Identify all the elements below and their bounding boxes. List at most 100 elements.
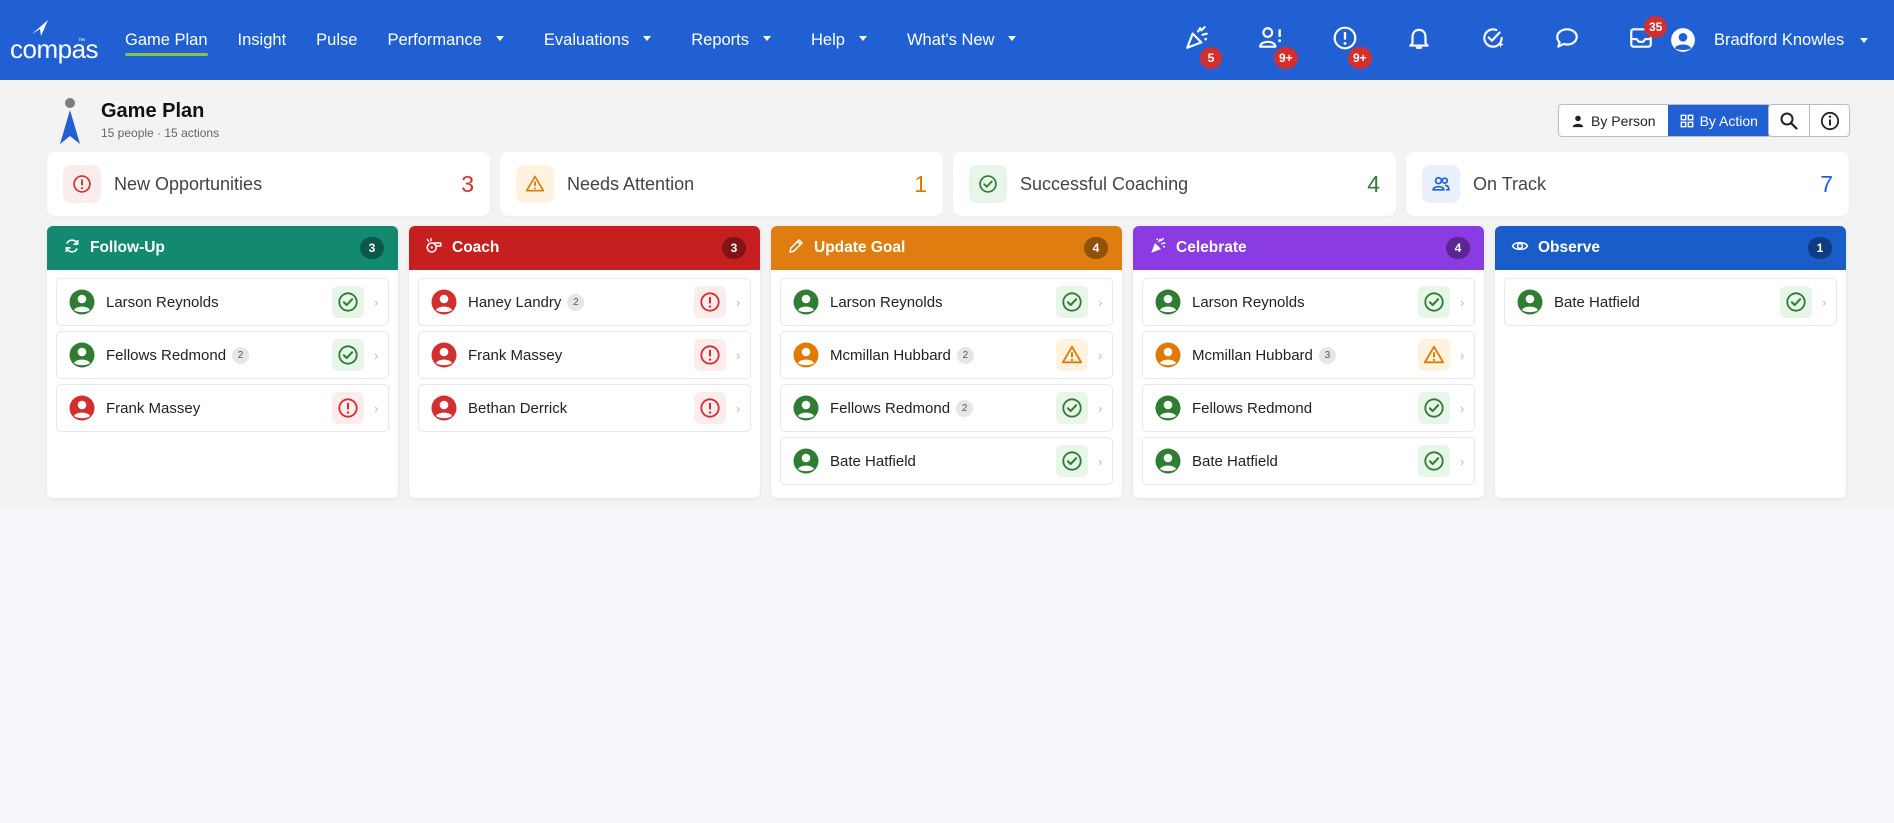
person-row[interactable]: Fellows Redmond 2 › (56, 331, 389, 379)
person-row[interactable]: Larson Reynolds › (1142, 278, 1475, 326)
person-name: Bate Hatfield (1554, 293, 1640, 311)
chevron-down-icon (763, 36, 772, 41)
person-name: Fellows Redmond (1192, 399, 1313, 417)
nav-item-help[interactable]: Help (796, 0, 882, 80)
person-name: Frank Massey (106, 399, 201, 417)
nav-item-label: Performance (387, 30, 482, 49)
column-count-badge: 3 (722, 237, 746, 259)
column-count-badge: 4 (1446, 237, 1470, 259)
person-row[interactable]: Fellows Redmond › (1142, 384, 1475, 432)
nav-item-label: Help (811, 30, 845, 49)
check-star-icon (1480, 25, 1506, 56)
compas-logo[interactable]: compas ™ (10, 18, 99, 64)
chevron-down-icon (495, 36, 504, 41)
nav-item-pulse[interactable]: Pulse (301, 0, 372, 80)
summary-card-successful-coaching[interactable]: Successful Coaching 4 (953, 152, 1396, 216)
nav-item-label: What's New (906, 30, 995, 49)
column-count-badge: 3 (360, 237, 384, 259)
chevron-right-icon: › (1822, 294, 1827, 310)
action-count-badge: 2 (956, 399, 974, 417)
person-avatar-icon (793, 395, 819, 421)
page-subtitle: 15 people · 15 actions (101, 126, 220, 140)
person-alert-button[interactable]: 9+ (1234, 0, 1308, 80)
game-plan-brand-icon (60, 98, 80, 144)
person-row[interactable]: Bethan Derrick › (418, 384, 751, 432)
logo-trademark: ™ (78, 38, 85, 45)
summary-card-needs-attention[interactable]: Needs Attention 1 (500, 152, 943, 216)
person-avatar-icon (1155, 289, 1181, 315)
bell-button[interactable] (1382, 0, 1456, 80)
alert-circle-button[interactable]: 9+ (1308, 0, 1382, 80)
grid-icon (1680, 114, 1693, 127)
user-name: Bradford Knowles (1714, 30, 1845, 49)
person-row[interactable]: Haney Landry 2 › (418, 278, 751, 326)
nav-item-reports[interactable]: Reports (676, 0, 786, 80)
person-row[interactable]: Bate Hatfield › (1142, 437, 1475, 485)
chevron-right-icon: › (736, 400, 741, 416)
person-row[interactable]: Larson Reynolds › (56, 278, 389, 326)
nav-item-performance[interactable]: Performance (372, 0, 518, 80)
chevron-right-icon: › (374, 347, 379, 363)
chevron-right-icon: › (1098, 347, 1103, 363)
person-row[interactable]: Mcmillan Hubbard 3 › (1142, 331, 1475, 379)
column-title: Celebrate (1176, 239, 1247, 256)
person-row[interactable]: Larson Reynolds › (780, 278, 1113, 326)
person-avatar-icon (1517, 289, 1543, 315)
status-alert-circle-icon (694, 286, 726, 318)
chevron-down-icon (858, 36, 867, 41)
person-avatar-icon (793, 289, 819, 315)
person-row[interactable]: Mcmillan Hubbard 2 › (780, 331, 1113, 379)
notification-badge: 9+ (1348, 47, 1372, 69)
column-header: Follow-Up 3 (47, 226, 398, 270)
nav-item-evaluations[interactable]: Evaluations (529, 0, 666, 80)
nav-item-game-plan[interactable]: Game Plan (110, 0, 223, 80)
search-button[interactable] (1769, 105, 1809, 136)
celebrate-button[interactable]: 5 (1160, 0, 1234, 80)
by-person-button[interactable]: By Person (1559, 105, 1668, 136)
whistle-icon (425, 237, 452, 260)
summary-card-count: 7 (1820, 170, 1833, 197)
user-menu[interactable]: Bradford Knowles (1670, 0, 1869, 80)
person-row[interactable]: Fellows Redmond 2 › (780, 384, 1113, 432)
person-row[interactable]: Bate Hatfield › (1504, 278, 1837, 326)
summary-card-count: 4 (1367, 170, 1380, 197)
status-check-circle-icon (332, 339, 364, 371)
bell-icon (1406, 25, 1432, 56)
status-alert-circle-icon (694, 392, 726, 424)
nav-item-insight[interactable]: Insight (223, 0, 302, 80)
summary-card-new-opportunities[interactable]: New Opportunities 3 (47, 152, 490, 216)
person-name: Haney Landry (468, 293, 562, 311)
column-title: Follow-Up (90, 239, 165, 256)
column-header: Coach 3 (409, 226, 760, 270)
inbox-button[interactable]: 35 (1604, 0, 1678, 80)
notification-icons: 5 9+ 9+ 35 (1160, 0, 1678, 80)
person-avatar-icon (431, 342, 457, 368)
person-avatar-icon (1155, 395, 1181, 421)
page-tools (1768, 104, 1850, 137)
column-title: Coach (452, 239, 500, 256)
check-circle-icon (969, 165, 1007, 203)
person-icon (1572, 115, 1584, 127)
person-avatar-icon (431, 395, 457, 421)
status-check-circle-icon (1056, 286, 1088, 318)
by-action-button[interactable]: By Action (1667, 105, 1770, 136)
status-check-circle-icon (1418, 392, 1450, 424)
action-column-coach: Coach 3 Haney Landry 2 › Frank Massey › Bethan … (409, 226, 760, 498)
chat-button[interactable] (1530, 0, 1604, 80)
nav-item-label: Insight (237, 30, 287, 49)
status-check-circle-icon (1780, 286, 1812, 318)
info-button[interactable] (1809, 105, 1849, 136)
person-row[interactable]: Frank Massey › (418, 331, 751, 379)
person-avatar-icon (793, 342, 819, 368)
top-navbar: compas ™ Game Plan Insight Pulse Performanc… (0, 0, 1894, 80)
person-avatar-icon (69, 342, 95, 368)
column-rows: Haney Landry 2 › Frank Massey › Bethan Derric… (409, 270, 760, 432)
person-row[interactable]: Frank Massey › (56, 384, 389, 432)
nav-item-what-s-new[interactable]: What's New (892, 0, 1032, 80)
person-row[interactable]: Bate Hatfield › (780, 437, 1113, 485)
summary-card-on-track[interactable]: On Track 7 (1406, 152, 1849, 216)
notification-badge: 35 (1644, 16, 1668, 38)
refresh-icon (63, 237, 90, 260)
status-check-circle-icon (1056, 392, 1088, 424)
check-star-button[interactable] (1456, 0, 1530, 80)
